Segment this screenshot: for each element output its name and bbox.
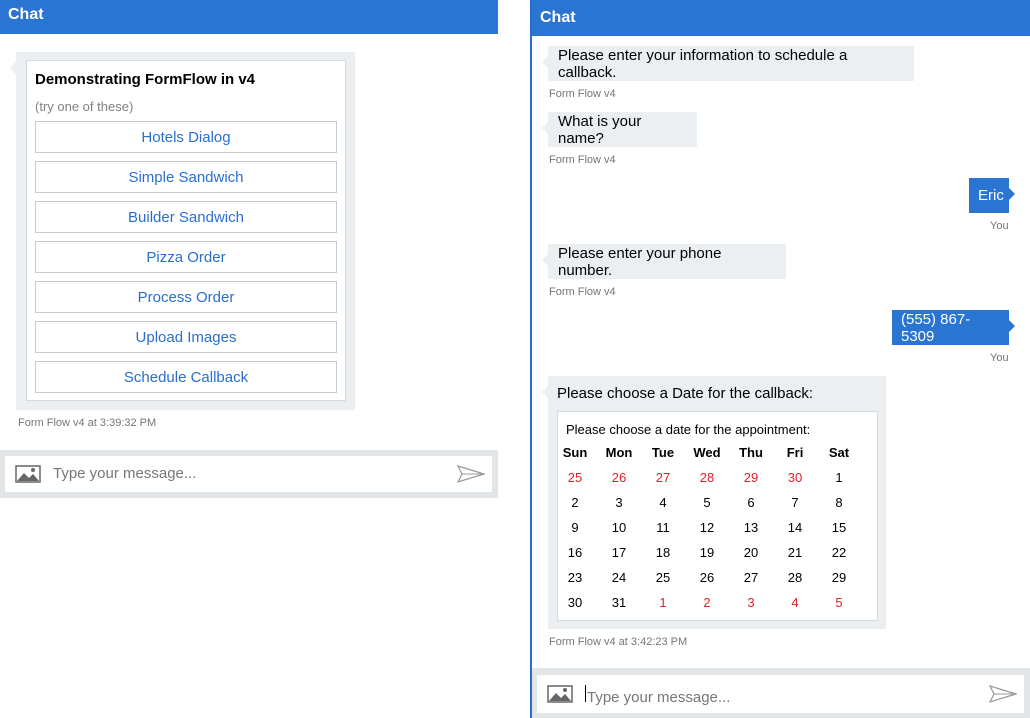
calendar-day[interactable]: 22 — [822, 545, 856, 560]
calendar-day[interactable]: 26 — [602, 470, 636, 485]
calendar-day[interactable]: 28 — [778, 570, 812, 585]
bot-message: Please enter your phone number. — [542, 244, 786, 279]
card-title: Demonstrating FormFlow in v4 — [35, 71, 256, 88]
calendar-day[interactable]: 29 — [822, 570, 856, 585]
message-text: Please enter your phone number. — [558, 244, 722, 279]
message-text: Eric — [978, 187, 1004, 204]
bot-message: Please enter your information to schedul… — [542, 46, 914, 81]
calendar-day[interactable]: 30 — [558, 595, 592, 610]
bot-calendar-message: Please choose a Date for the callback: P… — [542, 376, 886, 629]
chat-header: Chat — [532, 0, 1030, 36]
input-bar: Type your message... — [532, 668, 1030, 718]
calendar-day[interactable]: 20 — [734, 545, 768, 560]
calendar-day[interactable]: 5 — [690, 495, 724, 510]
message-text: Please choose a Date for the callback: — [557, 385, 813, 402]
calendar-day[interactable]: 27 — [646, 470, 680, 485]
calendar-weekday: Tue — [651, 445, 675, 460]
chat-header: Chat — [0, 0, 498, 34]
message-text: What is your name? — [558, 112, 642, 147]
user-message: Eric — [969, 178, 1015, 213]
calendar-day[interactable]: 4 — [778, 595, 812, 610]
message-meta: Form Flow v4 — [549, 286, 616, 298]
calendar-weekday: Fri — [786, 445, 804, 460]
calendar-day[interactable]: 19 — [690, 545, 724, 560]
calendar-day[interactable]: 1 — [646, 595, 680, 610]
chat-panel-right: Chat Please enter your information to sc… — [530, 0, 1030, 718]
calendar-day[interactable]: 2 — [558, 495, 592, 510]
image-icon[interactable] — [547, 685, 573, 708]
calendar-weekday: Sun — [562, 445, 588, 460]
calendar-day[interactable]: 5 — [822, 595, 856, 610]
message-input[interactable]: Type your message... — [53, 465, 196, 482]
user-message: (555) 867-5309 — [892, 310, 1015, 345]
simple-sandwich-button[interactable]: Simple Sandwich — [35, 161, 337, 193]
message-meta: Form Flow v4 at 3:42:23 PM — [549, 636, 688, 648]
message-meta: Form Flow v4 — [549, 154, 616, 166]
message-meta: You — [990, 220, 1009, 232]
message-text: (555) 867-5309 — [901, 310, 971, 345]
calendar-day[interactable]: 18 — [646, 545, 680, 560]
input-placeholder: Type your message... — [587, 689, 731, 706]
calendar-weekday: Mon — [605, 445, 633, 460]
chat-header-title: Chat — [8, 6, 44, 23]
message-meta: You — [990, 352, 1009, 364]
schedule-callback-button[interactable]: Schedule Callback — [35, 361, 337, 393]
calendar-day[interactable]: 7 — [778, 495, 812, 510]
bot-card-message: Demonstrating FormFlow in v4 (try one of… — [10, 52, 355, 410]
calendar-weekday: Thu — [739, 445, 763, 460]
chat-panel-left: Chat Demonstrating FormFlow in v4 (try o… — [0, 0, 498, 500]
input-bar: Type your message... — [0, 450, 498, 498]
hero-card: Demonstrating FormFlow in v4 (try one of… — [26, 60, 346, 401]
calendar-day[interactable]: 6 — [734, 495, 768, 510]
calendar-day[interactable]: 3 — [734, 595, 768, 610]
calendar-day[interactable]: 23 — [558, 570, 592, 585]
calendar-day[interactable]: 9 — [558, 520, 592, 535]
chat-header-title: Chat — [540, 9, 576, 26]
calendar-day[interactable]: 2 — [690, 595, 724, 610]
calendar-day[interactable]: 14 — [778, 520, 812, 535]
calendar-day[interactable]: 25 — [646, 570, 680, 585]
calendar-day[interactable]: 24 — [602, 570, 636, 585]
message-input[interactable]: Type your message... — [585, 685, 730, 706]
calendar-day[interactable]: 28 — [690, 470, 724, 485]
message-input-box[interactable]: Type your message... — [537, 675, 1024, 713]
calendar-day[interactable]: 26 — [690, 570, 724, 585]
calendar-day[interactable]: 25 — [558, 470, 592, 485]
calendar-day[interactable]: 15 — [822, 520, 856, 535]
image-icon[interactable] — [15, 465, 41, 488]
upload-images-button[interactable]: Upload Images — [35, 321, 337, 353]
builder-sandwich-button[interactable]: Builder Sandwich — [35, 201, 337, 233]
card-subtitle: (try one of these) — [35, 99, 134, 114]
calendar-day[interactable]: 12 — [690, 520, 724, 535]
calendar-day[interactable]: 21 — [778, 545, 812, 560]
message-input-box[interactable]: Type your message... — [5, 456, 492, 492]
calendar-day[interactable]: 11 — [646, 520, 680, 535]
bot-message: What is your name? — [542, 112, 697, 147]
pizza-order-button[interactable]: Pizza Order — [35, 241, 337, 273]
send-icon[interactable] — [456, 465, 487, 488]
calendar-day[interactable]: 17 — [602, 545, 636, 560]
calendar-weekday: Wed — [693, 445, 721, 460]
calendar-day[interactable]: 10 — [602, 520, 636, 535]
calendar-day[interactable]: 30 — [778, 470, 812, 485]
calendar-day[interactable]: 1 — [822, 470, 856, 485]
calendar-day[interactable]: 13 — [734, 520, 768, 535]
calendar-card: Please choose a date for the appointment… — [557, 411, 878, 621]
message-meta: Form Flow v4 — [549, 88, 616, 100]
calendar-day[interactable]: 29 — [734, 470, 768, 485]
calendar-weekday: Sat — [828, 445, 850, 460]
calendar-day[interactable]: 31 — [602, 595, 636, 610]
calendar-day[interactable]: 3 — [602, 495, 636, 510]
message-text: Please enter your information to schedul… — [558, 46, 848, 81]
send-icon[interactable] — [988, 685, 1019, 708]
calendar-day[interactable]: 8 — [822, 495, 856, 510]
hotels-dialog-button[interactable]: Hotels Dialog — [35, 121, 337, 153]
text-caret — [585, 685, 586, 702]
calendar-title: Please choose a date for the appointment… — [566, 422, 811, 437]
message-timestamp: Form Flow v4 at 3:39:32 PM — [18, 417, 157, 429]
calendar-day[interactable]: 27 — [734, 570, 768, 585]
process-order-button[interactable]: Process Order — [35, 281, 337, 313]
calendar-day[interactable]: 4 — [646, 495, 680, 510]
calendar-day[interactable]: 16 — [558, 545, 592, 560]
